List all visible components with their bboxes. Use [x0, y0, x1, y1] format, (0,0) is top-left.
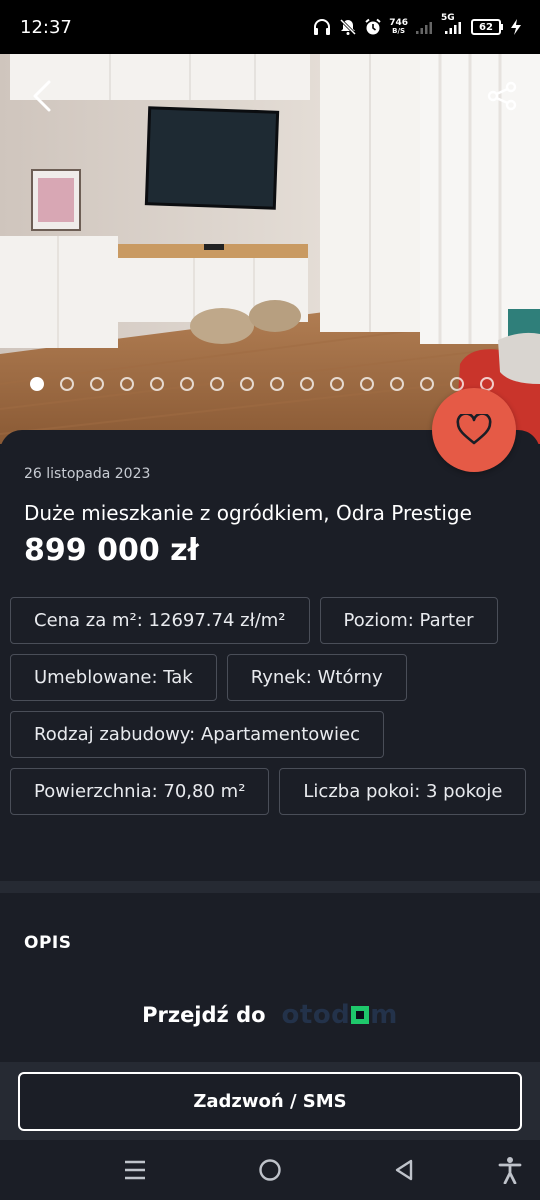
- accessibility-icon: [498, 1157, 522, 1184]
- gallery-dot[interactable]: [150, 377, 164, 391]
- share-button[interactable]: [480, 74, 524, 118]
- network-speed-unit: B/S: [392, 27, 406, 35]
- otodom-logo-text-end: m: [370, 1000, 398, 1030]
- gallery-dot[interactable]: [210, 377, 224, 391]
- back-button[interactable]: [20, 74, 64, 118]
- menu-icon: [125, 1160, 145, 1180]
- network-type: 5G: [441, 13, 455, 23]
- listing-price: 899 000 zł: [24, 533, 199, 568]
- gallery-pagination: [30, 377, 494, 391]
- status-icons: 746 B/S 5G 62: [312, 13, 522, 36]
- battery-tip: [501, 24, 503, 30]
- bottom-action-bar: Zadzwoń / SMS: [0, 1062, 540, 1140]
- system-back-button[interactable]: [384, 1150, 424, 1190]
- listing-title: Duże mieszkanie z ogródkiem, Odra Presti…: [24, 501, 472, 525]
- status-bar: 12:37 746 B/S 5G 62: [0, 0, 540, 54]
- attribute-chip-area: Powierzchnia: 70,80 m²: [10, 768, 270, 815]
- status-time: 12:37: [20, 16, 72, 38]
- attribute-chip-price-per-m2: Cena za m²: 12697.74 zł/m²: [10, 597, 310, 644]
- recent-apps-button[interactable]: [115, 1150, 155, 1190]
- gallery-dot[interactable]: [390, 377, 404, 391]
- otodom-link[interactable]: Przejdź do otod m: [0, 1000, 540, 1030]
- description-heading: OPIS: [24, 933, 72, 953]
- headphones-icon: [314, 19, 331, 35]
- call-sms-button[interactable]: Zadzwoń / SMS: [18, 1071, 522, 1131]
- system-navigation-bar: [0, 1140, 540, 1200]
- circle-icon: [259, 1159, 281, 1181]
- gallery-dot[interactable]: [300, 377, 314, 391]
- gallery-dot[interactable]: [90, 377, 104, 391]
- gallery-dot[interactable]: [420, 377, 434, 391]
- arrow-left-icon: [33, 80, 51, 112]
- gallery-dot[interactable]: [240, 377, 254, 391]
- triangle-back-icon: [395, 1159, 413, 1181]
- accessibility-button[interactable]: [490, 1150, 530, 1190]
- attribute-chip-floor: Poziom: Parter: [319, 597, 498, 644]
- gallery-dot[interactable]: [330, 377, 344, 391]
- listing-photo-gallery[interactable]: [0, 54, 540, 444]
- attribute-chip-rooms: Liczba pokoi: 3 pokoje: [279, 768, 527, 815]
- battery-icon: 62: [471, 19, 503, 35]
- gallery-dot[interactable]: [360, 377, 374, 391]
- mobile-signal: 5G: [441, 13, 464, 35]
- share-icon: [487, 81, 517, 111]
- section-divider: [0, 881, 540, 893]
- attribute-chip-building-type: Rodzaj zabudowy: Apartamentowiec: [10, 711, 384, 758]
- gallery-dot[interactable]: [60, 377, 74, 391]
- favorite-button[interactable]: [432, 388, 516, 472]
- home-button[interactable]: [250, 1150, 290, 1190]
- gallery-dot[interactable]: [180, 377, 194, 391]
- battery-level: 62: [471, 19, 501, 35]
- gallery-dot[interactable]: [270, 377, 284, 391]
- otodom-logo-mark: [351, 1006, 370, 1024]
- mute-icon: [340, 18, 357, 36]
- otodom-logo: otod m: [282, 1000, 398, 1030]
- heart-icon: [456, 414, 492, 445]
- gallery-dot[interactable]: [120, 377, 134, 391]
- signal-icon: [416, 22, 432, 34]
- listing-date: 26 listopada 2023: [24, 466, 151, 482]
- listing-attributes: Cena za m²: 12697.74 zł/m² Poziom: Parte…: [10, 597, 530, 815]
- attribute-chip-furnished: Umeblowane: Tak: [10, 654, 217, 701]
- attribute-chip-market: Rynek: Wtórny: [226, 654, 407, 701]
- alarm-icon: [365, 18, 381, 35]
- otodom-logo-text-start: otod: [281, 1000, 351, 1030]
- otodom-link-label: Przejdź do: [142, 1003, 266, 1027]
- network-speed: 746 B/S: [389, 19, 408, 35]
- charging-icon: [511, 19, 521, 35]
- gallery-dot[interactable]: [30, 377, 44, 391]
